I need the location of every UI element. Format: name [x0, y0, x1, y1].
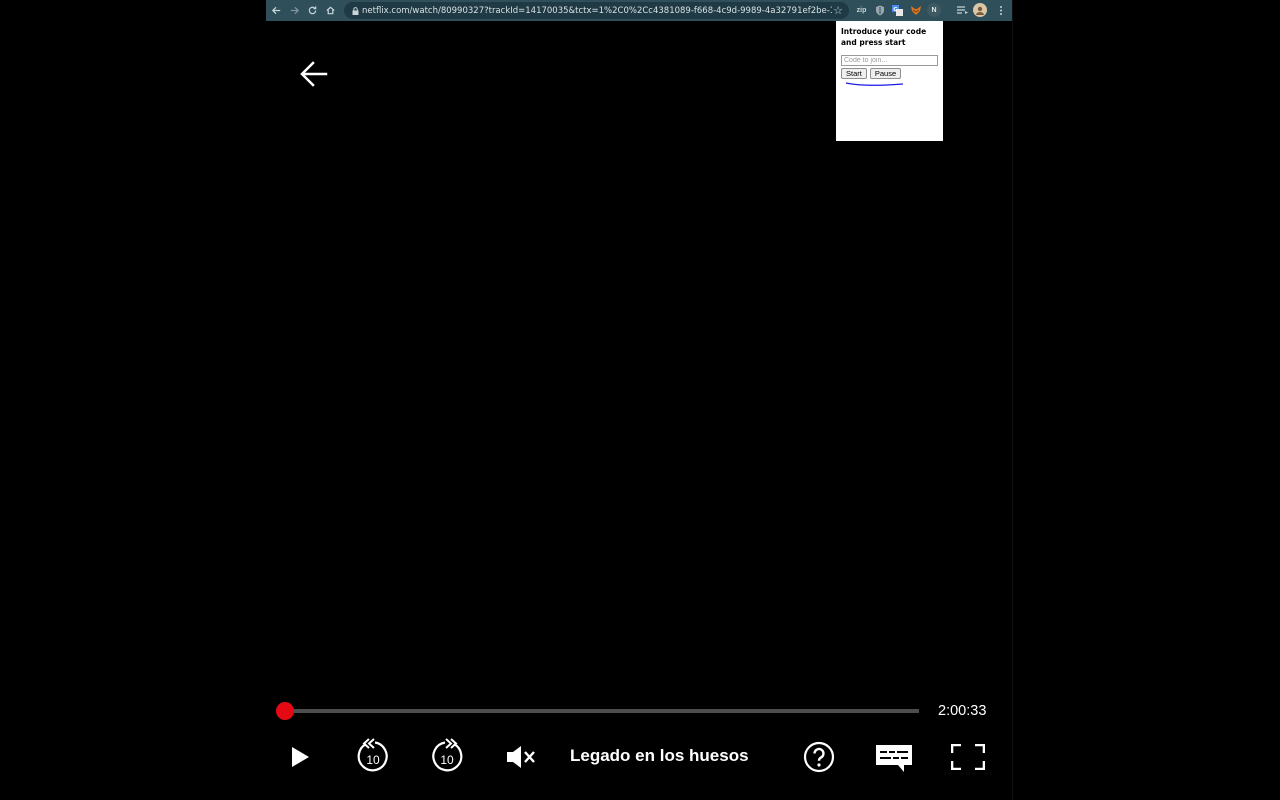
replay-10-icon: 10 — [357, 738, 388, 772]
volume-muted-icon — [507, 746, 535, 768]
browser-window: netflix.com/watch/80990327?trackId=14170… — [266, 0, 1012, 800]
start-button[interactable]: Start — [841, 68, 867, 79]
browser-toolbar: netflix.com/watch/80990327?trackId=14170… — [266, 0, 1012, 21]
back-nav-button[interactable] — [267, 0, 285, 21]
lock-icon — [348, 6, 362, 15]
arrow-right-icon — [290, 6, 299, 15]
home-icon — [325, 6, 335, 15]
time-remaining: 2:00:33 — [938, 703, 987, 719]
volume-button[interactable] — [504, 742, 538, 772]
help-circle-icon — [803, 741, 835, 773]
forward-nav-button[interactable] — [285, 0, 303, 21]
play-icon — [292, 747, 309, 767]
subtitles-icon — [876, 745, 912, 772]
zip-icon[interactable]: zip — [854, 3, 869, 18]
progress-scrubber-handle[interactable] — [276, 702, 294, 720]
popup-title: Introduce your code and press start — [841, 27, 927, 47]
subtitles-audio-button[interactable] — [874, 741, 914, 775]
n-extension-icon[interactable]: N — [927, 3, 941, 17]
skip-back-10-button[interactable]: 10 — [356, 738, 390, 774]
annotation-squiggle — [845, 82, 904, 86]
more-vert-icon[interactable] — [993, 3, 1008, 18]
reload-icon — [308, 6, 316, 15]
metamask-fox-icon[interactable] — [908, 3, 923, 18]
popup-button-row: Start Pause — [841, 68, 938, 79]
url-text: netflix.com/watch/80990327?trackId=14170… — [362, 5, 832, 16]
svg-text:G: G — [893, 7, 898, 13]
extension-popup: Introduce your code and press start Star… — [836, 21, 943, 141]
fullscreen-button[interactable] — [950, 742, 986, 772]
back-to-browse-button[interactable] — [299, 59, 329, 89]
shield-icon[interactable] — [872, 3, 887, 18]
code-input[interactable] — [841, 55, 938, 66]
translate-icon[interactable]: G — [890, 3, 905, 18]
arrow-left-icon — [300, 61, 328, 87]
profile-avatar-icon[interactable] — [973, 3, 987, 17]
address-bar[interactable]: netflix.com/watch/80990327?trackId=14170… — [344, 2, 849, 19]
media-playlist-icon[interactable] — [955, 3, 970, 18]
skip-back-seconds: 10 — [366, 753, 380, 767]
home-button[interactable] — [321, 0, 339, 21]
fullscreen-icon — [951, 744, 985, 770]
forward-10-icon: 10 — [432, 738, 463, 772]
skip-forward-seconds: 10 — [440, 753, 454, 767]
help-button[interactable] — [802, 740, 836, 774]
episode-title: Legado en los huesos — [570, 746, 749, 765]
progress-bar[interactable] — [285, 709, 919, 713]
skip-forward-10-button[interactable]: 10 — [430, 738, 464, 774]
pause-button[interactable]: Pause — [869, 68, 902, 79]
reload-button[interactable] — [303, 0, 321, 21]
bookmark-star-icon[interactable]: ☆ — [833, 4, 843, 17]
arrow-left-icon — [271, 6, 280, 15]
play-button[interactable] — [284, 741, 316, 773]
